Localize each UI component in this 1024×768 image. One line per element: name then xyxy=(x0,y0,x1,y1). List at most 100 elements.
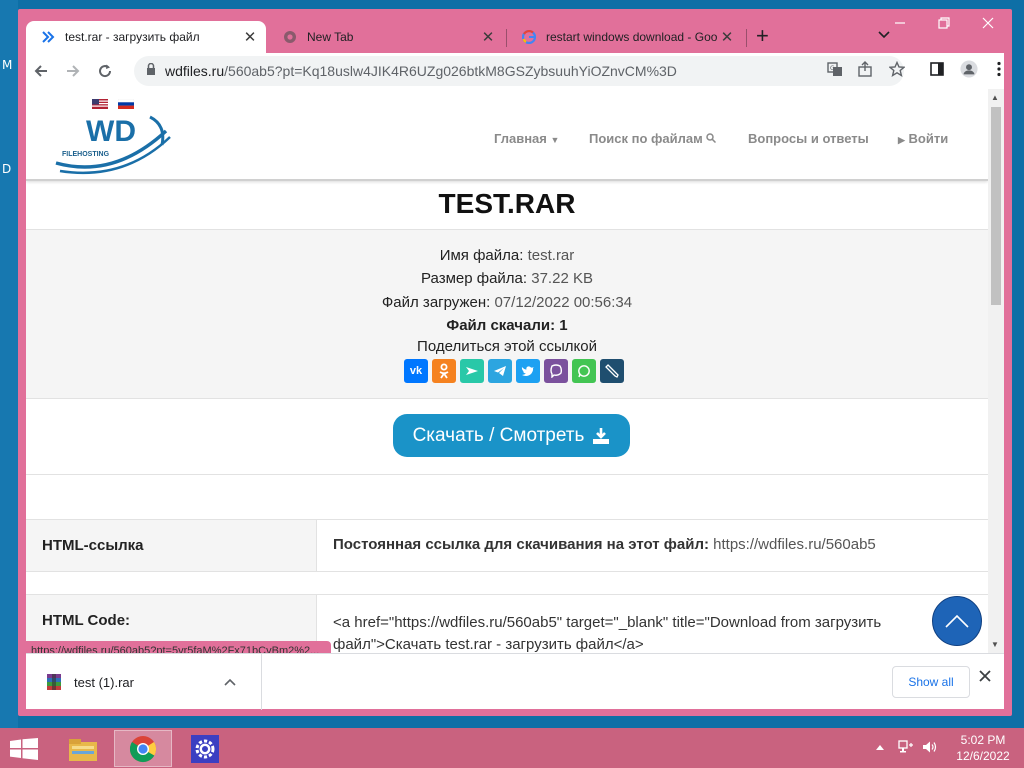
nav-home-label: Главная xyxy=(494,131,547,146)
site-favicon-icon xyxy=(40,29,56,45)
close-icon[interactable]: ✕ xyxy=(240,28,260,46)
close-window-button[interactable] xyxy=(966,9,1010,37)
clock-time: 5:02 PM xyxy=(960,733,1006,747)
clock-date: 12/6/2022 xyxy=(956,749,1010,763)
messenger-icon[interactable] xyxy=(460,359,484,383)
lock-icon[interactable] xyxy=(146,62,156,80)
scroll-to-top-button[interactable] xyxy=(932,596,982,646)
address-bar[interactable]: wdfiles.ru/560ab5?pt=Kq18uslw4JIK4R6UZg0… xyxy=(134,56,904,86)
network-icon[interactable] xyxy=(898,740,914,754)
english-flag-icon[interactable] xyxy=(92,99,108,109)
twitter-icon[interactable] xyxy=(516,359,540,383)
site-logo[interactable]: WD FILEHOSTING xyxy=(54,111,174,179)
page-scrollbar[interactable]: ▲ ▼ xyxy=(988,89,1004,653)
whatsapp-icon[interactable] xyxy=(572,359,596,383)
odnoklassniki-icon[interactable] xyxy=(432,359,456,383)
restore-button[interactable] xyxy=(922,9,966,37)
permanent-link[interactable]: https://wdfiles.ru/560ab5 xyxy=(713,536,876,553)
back-button[interactable] xyxy=(30,60,52,82)
download-file-name: test (1).rar xyxy=(74,674,134,690)
tab-title: New Tab xyxy=(307,30,354,44)
tray-overflow-icon[interactable] xyxy=(876,744,884,752)
nav-faq-label: Вопросы и ответы xyxy=(748,131,869,146)
chevron-up-icon[interactable] xyxy=(224,673,236,691)
share-label: Поделиться этой ссылкой xyxy=(417,338,597,355)
browser-window: test.rar - загрузить файл ✕ New Tab ✕ re… xyxy=(18,9,1012,716)
system-clock[interactable]: 5:02 PM 12/6/2022 xyxy=(948,732,1018,764)
tab-new-tab[interactable]: New Tab ✕ xyxy=(268,21,504,53)
viber-icon[interactable] xyxy=(544,359,568,383)
page-title: TEST.RAR xyxy=(438,188,576,219)
close-icon[interactable]: ✕ xyxy=(478,28,498,46)
vk-icon[interactable]: vk xyxy=(404,359,428,383)
site-header: WD FILEHOSTING Главная ▼ Поиск по файлам… xyxy=(26,89,988,181)
download-item[interactable]: test (1).rar xyxy=(26,654,262,710)
close-icon[interactable]: ✕ xyxy=(717,28,737,46)
file-size-line: Размер файла: 37.22 KB xyxy=(421,270,593,287)
table-row: HTML-ссылка Постоянная ссылка для скачив… xyxy=(26,519,988,572)
google-icon xyxy=(521,29,537,45)
close-icon xyxy=(982,17,994,29)
caret-down-icon: ▼ xyxy=(550,135,560,145)
minimize-button[interactable] xyxy=(878,9,922,37)
logo-text: WD xyxy=(86,115,136,148)
page-viewport: WD FILEHOSTING Главная ▼ Поиск по файлам… xyxy=(26,89,1004,653)
new-tab-button[interactable]: + xyxy=(756,25,769,47)
file-info-panel: Имя файла: test.rar Размер файла: 37.22 … xyxy=(26,229,988,399)
profile-avatar-icon[interactable] xyxy=(960,60,978,78)
russian-flag-icon[interactable] xyxy=(118,99,134,109)
chrome-icon xyxy=(282,29,298,45)
scrollbar-thumb[interactable] xyxy=(991,107,1001,305)
nav-login[interactable]: ▶ Войти xyxy=(898,131,948,146)
search-icon xyxy=(706,133,717,144)
download-button[interactable]: Скачать / Смотреть xyxy=(393,414,630,457)
telegram-icon[interactable] xyxy=(488,359,512,383)
reload-icon xyxy=(99,64,112,78)
download-count-line: Файл скачали: 1 xyxy=(446,317,568,334)
nav-search[interactable]: Поиск по файлам xyxy=(589,131,717,146)
share-icon[interactable] xyxy=(856,60,874,78)
browser-toolbar: wdfiles.ru/560ab5?pt=Kq18uslw4JIK4R6UZg0… xyxy=(26,53,1004,89)
winrar-file-icon xyxy=(47,674,61,690)
svg-text:G: G xyxy=(830,65,835,72)
translate-icon[interactable]: G xyxy=(826,60,844,78)
tab-separator xyxy=(746,29,747,47)
kebab-menu-icon[interactable] xyxy=(990,60,1008,78)
nav-home[interactable]: Главная ▼ xyxy=(494,131,559,146)
nav-faq[interactable]: Вопросы и ответы xyxy=(748,131,869,146)
desktop-background: M D xyxy=(0,0,18,728)
url-text: wdfiles.ru/560ab5?pt=Kq18uslw4JIK4R6UZg0… xyxy=(165,63,677,79)
nav-login-label: Войти xyxy=(908,131,949,146)
forward-button[interactable] xyxy=(62,60,84,82)
upload-date-line: Файл загружен: 07/12/2022 00:56:34 xyxy=(381,294,633,311)
tab-active[interactable]: test.rar - загрузить файл ✕ xyxy=(26,21,266,53)
html-code-value[interactable]: <a href="https://wdfiles.ru/560ab5" targ… xyxy=(333,612,881,653)
caret-right-icon: ▶ xyxy=(898,135,905,145)
nav-search-label: Поиск по файлам xyxy=(589,131,703,146)
back-arrow-icon xyxy=(34,65,47,77)
reload-button[interactable] xyxy=(94,60,116,82)
livejournal-icon[interactable] xyxy=(600,359,624,383)
row-value: Постоянная ссылка для скачивания на этот… xyxy=(333,536,876,553)
scroll-down-arrow-icon[interactable]: ▼ xyxy=(991,640,999,649)
file-explorer-icon[interactable] xyxy=(54,730,112,767)
chrome-taskbar-icon[interactable] xyxy=(114,730,172,767)
taskbar: 5:02 PM 12/6/2022 xyxy=(0,728,1024,768)
downloads-shelf: test (1).rar Show all xyxy=(26,653,1004,710)
close-icon[interactable] xyxy=(979,670,991,682)
logo-subtext: FILEHOSTING xyxy=(62,151,110,158)
row-key: HTML-ссылка xyxy=(26,520,317,571)
tab-google-search[interactable]: restart windows download - Goo ✕ xyxy=(507,21,743,53)
bookmark-star-icon[interactable] xyxy=(888,60,906,78)
settings-gear-icon[interactable] xyxy=(176,730,234,767)
volume-icon[interactable] xyxy=(922,740,938,754)
desktop-icon-label: M xyxy=(2,58,13,72)
desktop-icon-label: D xyxy=(2,162,12,176)
chevron-up-icon xyxy=(945,614,969,628)
file-name-line: Имя файла: test.rar xyxy=(439,247,575,264)
scroll-up-arrow-icon[interactable]: ▲ xyxy=(991,93,999,102)
tab-title: test.rar - загрузить файл xyxy=(65,30,200,44)
windows-start-icon[interactable] xyxy=(10,738,38,760)
show-all-button[interactable]: Show all xyxy=(892,666,970,698)
side-panel-icon[interactable] xyxy=(928,60,946,78)
